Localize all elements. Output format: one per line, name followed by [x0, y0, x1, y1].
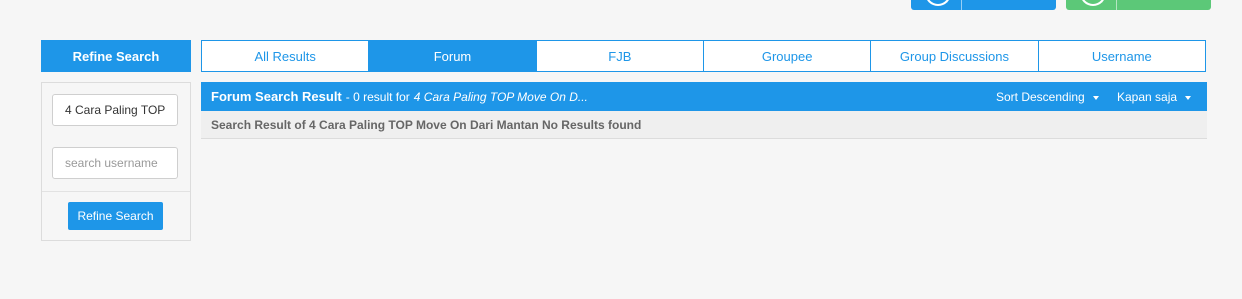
no-results-message: Search Result of 4 Cara Paling TOP Move … [201, 111, 1207, 139]
result-query: 4 Cara Paling TOP Move On D... [413, 89, 588, 104]
tab-group-discussions[interactable]: Group Discussions [871, 41, 1039, 71]
top-action-button-blue[interactable] [911, 0, 1056, 10]
time-filter-dropdown[interactable]: Kapan saja [1117, 89, 1192, 104]
sort-dropdown[interactable]: Sort Descending [996, 90, 1099, 104]
tab-all-results[interactable]: All Results [202, 41, 370, 71]
sort-label: Sort Descending [996, 89, 1085, 104]
tab-username[interactable]: Username [1039, 41, 1205, 71]
button-divider [961, 0, 962, 10]
refine-search-panel: 4 Cara Paling TOP search username Refine… [41, 82, 191, 241]
refine-search-button[interactable]: Refine Search [68, 202, 163, 230]
caret-down-icon [1092, 95, 1099, 100]
user-icon [925, 0, 951, 6]
tab-groupee[interactable]: Groupee [704, 41, 872, 71]
search-result-header: Forum Search Result - 0 result for 4 Car… [201, 82, 1207, 111]
result-count: - 0 result for [345, 89, 410, 104]
result-title: Forum Search Result [211, 89, 342, 104]
caret-down-icon [1185, 95, 1192, 100]
panel-divider [42, 191, 190, 192]
button-divider [1116, 0, 1117, 10]
user-icon [1080, 0, 1106, 6]
username-search-input[interactable]: search username [52, 147, 178, 179]
top-action-button-green[interactable] [1066, 0, 1211, 10]
search-category-tabs: All Results Forum FJB Groupee Group Disc… [201, 40, 1206, 72]
tab-forum[interactable]: Forum [369, 41, 537, 71]
refine-search-heading: Refine Search [41, 40, 191, 72]
time-filter-label: Kapan saja [1117, 89, 1178, 104]
keyword-input[interactable]: 4 Cara Paling TOP [52, 94, 178, 126]
tab-fjb[interactable]: FJB [537, 41, 704, 71]
